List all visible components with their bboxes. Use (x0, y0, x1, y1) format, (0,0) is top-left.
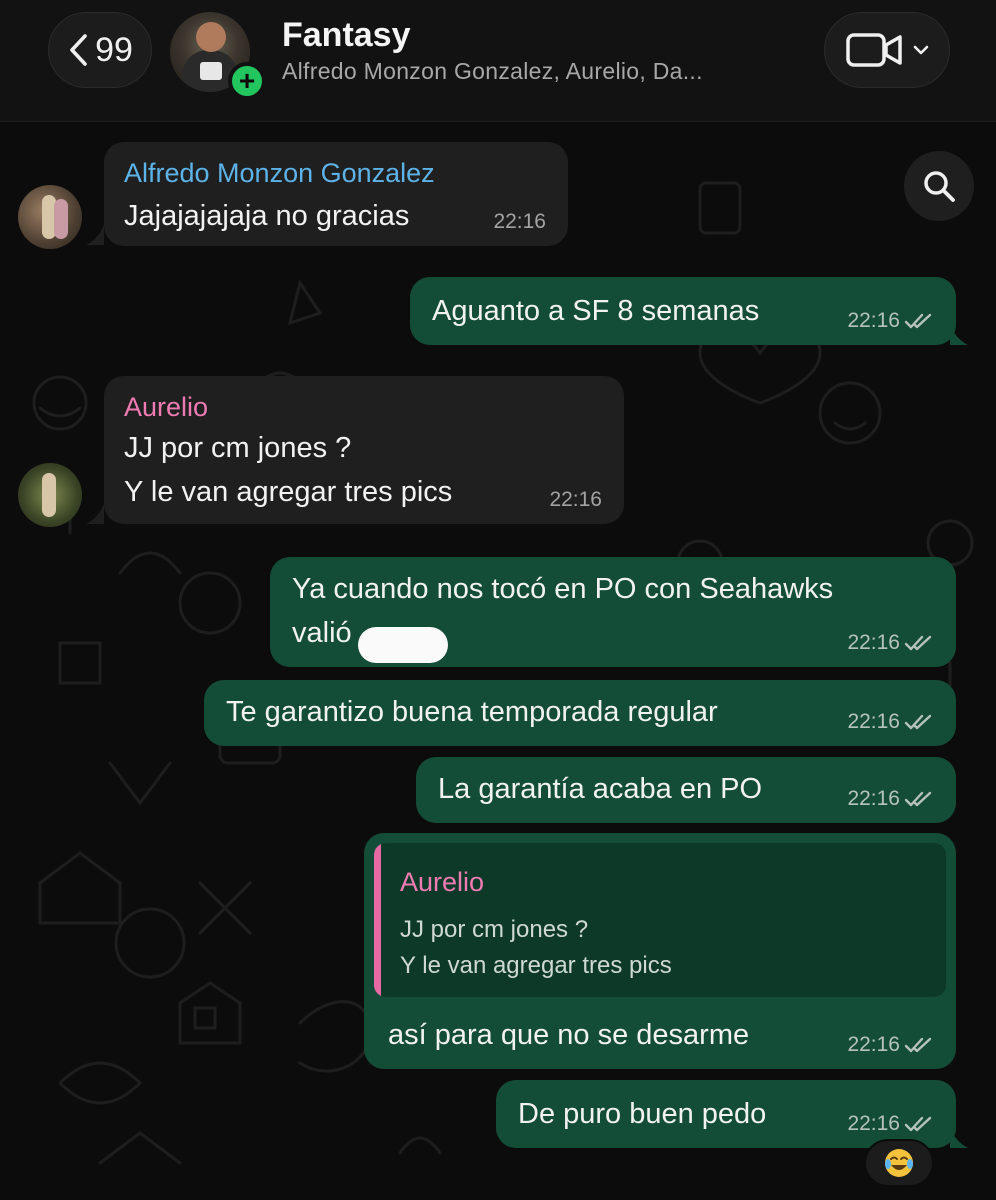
message-time: 22:16 (847, 309, 934, 333)
chat-title[interactable]: Fantasy (282, 16, 411, 55)
avatar-aurelio[interactable] (18, 463, 82, 527)
message-text-line: JJ por cm jones ? (124, 432, 352, 464)
message-text: La garantía acaba en PO (438, 773, 763, 805)
unread-count: 99 (95, 30, 133, 69)
tears-of-joy-emoji-icon (885, 1149, 913, 1177)
message-text: Jajajajajaja no gracias (124, 200, 410, 232)
read-receipt-icon (904, 1116, 932, 1132)
message-time: 22:16 (847, 1033, 934, 1057)
quoted-message[interactable]: Aurelio JJ por cm jones ? Y le van agreg… (374, 843, 946, 997)
message-bubble-outgoing[interactable]: Aguanto a SF 8 semanas 22:16 (410, 277, 956, 345)
quoted-text-line: JJ por cm jones ? (400, 916, 589, 943)
message-bubble-outgoing[interactable]: Ya cuando nos tocó en PO con Seahawks va… (270, 557, 956, 667)
quoted-sender: Aurelio (400, 867, 485, 897)
message-time: 22:16 (847, 1112, 934, 1136)
message-time: 22:16 (493, 210, 546, 233)
message-bubble-incoming[interactable]: Alfredo Monzon Gonzalez Jajajajajaja no … (104, 142, 568, 246)
message-bubble-incoming[interactable]: Aurelio JJ por cm jones ? Y le van agreg… (104, 376, 624, 524)
bubble-tail (86, 504, 104, 524)
message-text-line: Ya cuando nos tocó en PO con Seahawks (292, 573, 834, 605)
message-bubble-outgoing[interactable]: Te garantizo buena temporada regular 22:… (204, 680, 956, 746)
message-text: así para que no se desarme (388, 1019, 750, 1051)
video-call-button[interactable] (824, 12, 950, 88)
message-text: De puro buen pedo (518, 1098, 767, 1130)
reaction-badge[interactable] (864, 1139, 934, 1187)
bubble-tail (950, 1128, 968, 1148)
message-text-line: Y le van agregar tres pics (124, 476, 453, 508)
sender-name[interactable]: Aurelio (124, 390, 208, 424)
quote-accent-bar (374, 843, 381, 997)
add-member-icon[interactable]: + (228, 62, 266, 100)
message-bubble-outgoing[interactable]: La garantía acaba en PO 22:16 (416, 757, 956, 823)
bubble-tail (86, 225, 104, 245)
chat-participants[interactable]: Alfredo Monzon Gonzalez, Aurelio, Da... (282, 58, 703, 85)
message-text-line: valió (292, 617, 352, 649)
read-receipt-icon (904, 714, 932, 730)
chat-header: 99 + Fantasy Alfredo Monzon Gonzalez, Au… (0, 0, 996, 122)
message-bubble-outgoing-reply[interactable]: Aurelio JJ por cm jones ? Y le van agreg… (364, 833, 956, 1069)
message-text: Aguanto a SF 8 semanas (432, 295, 760, 327)
message-time: 22:16 (847, 787, 934, 811)
read-receipt-icon (904, 313, 932, 329)
quoted-text-line: Y le van agregar tres pics (400, 952, 672, 979)
video-camera-icon (846, 33, 902, 67)
message-time: 22:16 (847, 710, 934, 734)
redaction-mark (358, 627, 448, 663)
chevron-down-icon (913, 45, 929, 55)
read-receipt-icon (904, 1037, 932, 1053)
chat-area[interactable]: Alfredo Monzon Gonzalez Jajajajajaja no … (0, 123, 996, 1200)
message-time: 22:16 (549, 488, 602, 511)
back-button[interactable]: 99 (48, 12, 152, 88)
message-bubble-outgoing[interactable]: De puro buen pedo 22:16 (496, 1080, 956, 1148)
search-button[interactable] (904, 151, 974, 221)
chevron-left-icon (70, 34, 87, 66)
search-icon (924, 171, 955, 202)
read-receipt-icon (904, 635, 932, 651)
message-text: Te garantizo buena temporada regular (226, 696, 718, 728)
sender-name[interactable]: Alfredo Monzon Gonzalez (124, 156, 435, 190)
avatar-alfredo[interactable] (18, 185, 82, 249)
bubble-tail (950, 325, 968, 345)
read-receipt-icon (904, 791, 932, 807)
message-time: 22:16 (847, 631, 934, 655)
